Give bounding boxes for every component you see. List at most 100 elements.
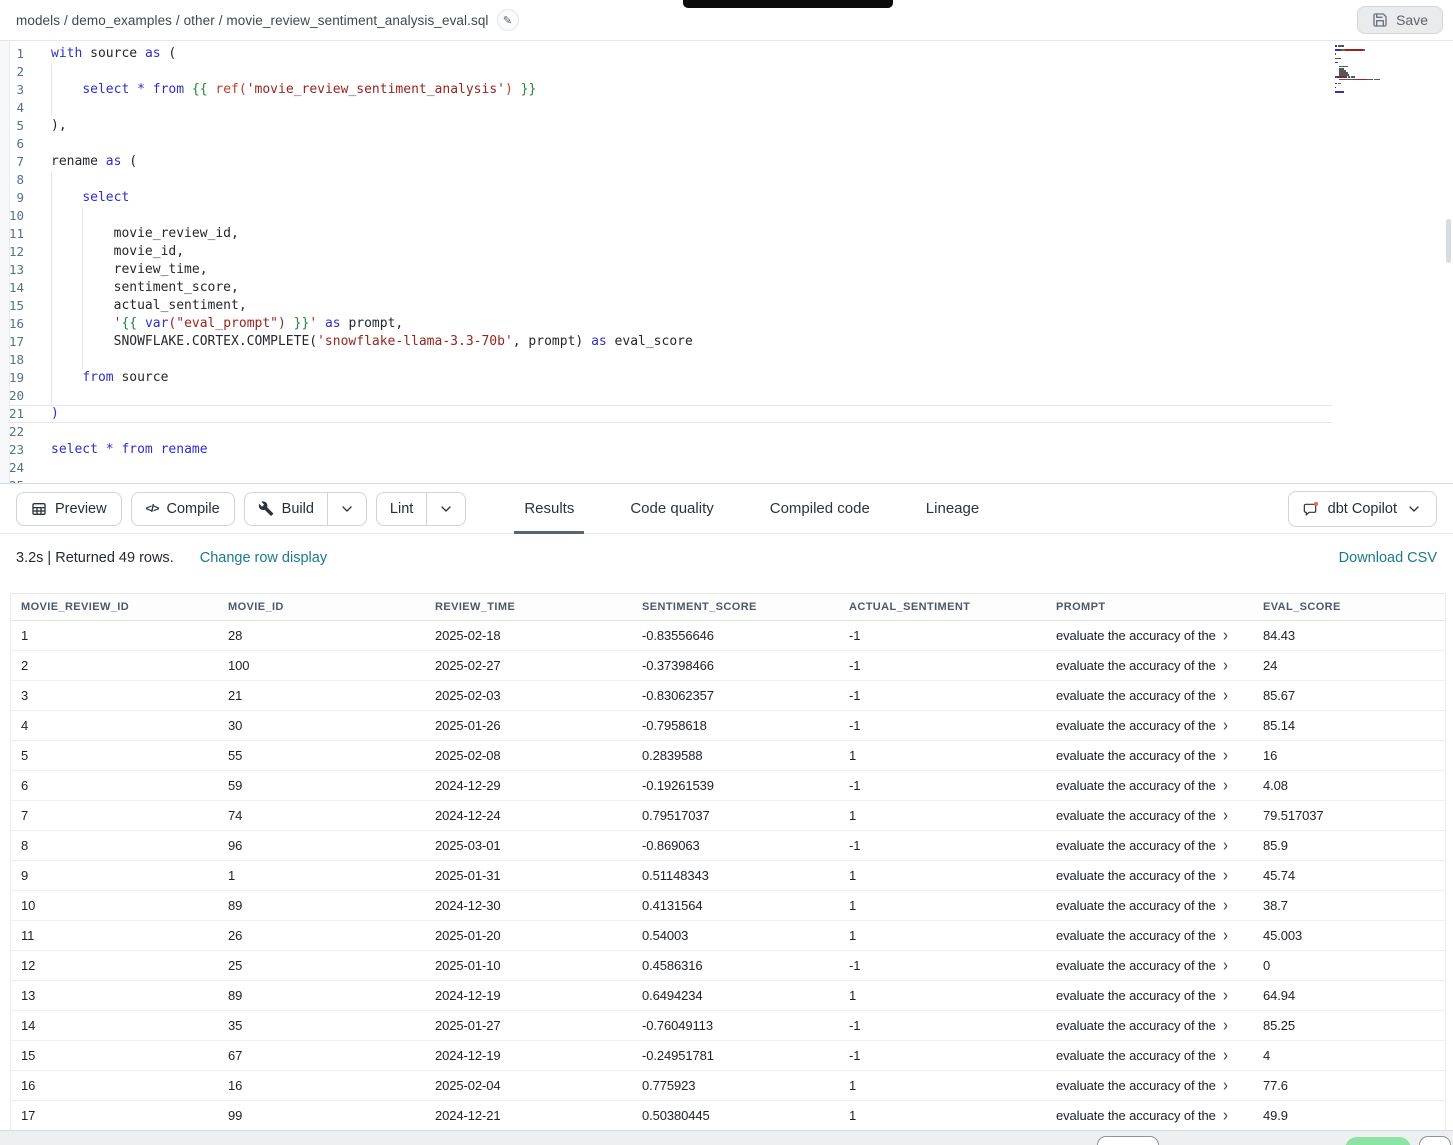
prompt-expand-chevron-icon[interactable]: › [1223,957,1228,974]
preview-button[interactable]: Preview [16,492,122,526]
table-row[interactable]: 11262025-01-200.540031evaluate the accur… [11,921,1445,951]
editor-minimap[interactable] [1335,45,1431,97]
code-line-23[interactable]: 23select * from rename [0,441,1453,459]
code-line-7[interactable]: 7rename as ( [0,153,1453,171]
prompt-expand-chevron-icon[interactable]: › [1223,927,1228,944]
code-line-22[interactable]: 22 [0,423,1453,441]
prompt-expand-chevron-icon[interactable]: › [1223,777,1228,794]
compile-button[interactable]: </> Compile [131,492,235,526]
code-line-1[interactable]: 1with source as ( [0,45,1453,63]
code-line-12[interactable]: 12 movie_id, [0,243,1453,261]
cell-sentiment_score: 0.4586316 [632,958,839,973]
tab-lineage[interactable]: Lineage [916,483,989,534]
breadcrumb[interactable]: models / demo_examples / other / movie_r… [16,13,489,28]
prompt-expand-chevron-icon[interactable]: › [1223,717,1228,734]
table-row[interactable]: 16162025-02-040.7759231evaluate the accu… [11,1071,1445,1101]
table-row[interactable]: 3212025-02-03-0.83062357-1evaluate the a… [11,681,1445,711]
prompt-expand-chevron-icon[interactable]: › [1223,747,1228,764]
table-row[interactable]: 8962025-03-01-0.869063-1evaluate the acc… [11,831,1445,861]
column-header-movie_review_id[interactable]: MOVIE_REVIEW_ID [11,601,218,613]
table-row[interactable]: 1282025-02-18-0.83556646-1evaluate the a… [11,621,1445,651]
lint-button[interactable]: Lint [377,493,426,525]
indent-guide [82,261,83,279]
prompt-expand-chevron-icon[interactable]: › [1223,1017,1228,1034]
dbt-copilot-button[interactable]: dbt Copilot [1288,491,1437,527]
code-line-6[interactable]: 6 [0,135,1453,153]
prompt-expand-chevron-icon[interactable]: › [1223,687,1228,704]
table-row[interactable]: 10892024-12-300.41315641evaluate the acc… [11,891,1445,921]
code-line-3[interactable]: 3 select * from {{ ref('movie_review_sen… [0,81,1453,99]
code-line-2[interactable]: 2 [0,63,1453,81]
prompt-expand-chevron-icon[interactable]: › [1223,1107,1228,1124]
code-line-text: rename as ( [41,153,1453,171]
tab-code-quality[interactable]: Code quality [620,483,723,534]
tab-results[interactable]: Results [514,483,584,534]
prompt-expand-chevron-icon[interactable]: › [1223,987,1228,1004]
code-line-20[interactable]: 20 [0,387,1453,405]
tab-compiled-code[interactable]: Compiled code [760,483,880,534]
code-line-10[interactable]: 10 [0,207,1453,225]
code-line-15[interactable]: 15 actual_sentiment, [0,297,1453,315]
cell-eval_score: 64.94 [1253,988,1445,1003]
code-line-8[interactable]: 8 [0,171,1453,189]
table-row[interactable]: 6592024-12-29-0.19261539-1evaluate the a… [11,771,1445,801]
code-line-5[interactable]: 5), [0,117,1453,135]
prompt-expand-chevron-icon[interactable]: › [1223,897,1228,914]
code-line-14[interactable]: 14 sentiment_score, [0,279,1453,297]
code-line-19[interactable]: 19 from source [0,369,1453,387]
column-header-review_time[interactable]: REVIEW_TIME [425,601,632,613]
prompt-expand-chevron-icon[interactable]: › [1223,627,1228,644]
cell-actual_sentiment: -1 [839,1048,1046,1063]
prompt-expand-chevron-icon[interactable]: › [1223,807,1228,824]
prompt-expand-chevron-icon[interactable]: › [1223,1077,1228,1094]
indent-guide [51,81,52,99]
lint-dropdown-toggle[interactable] [426,493,465,525]
code-line-13[interactable]: 13 review_time, [0,261,1453,279]
cell-movie_id: 16 [218,1078,425,1093]
code-line-17[interactable]: 17 SNOWFLAKE.CORTEX.COMPLETE('snowflake-… [0,333,1453,351]
code-editor[interactable]: 1with source as (23 select * from {{ ref… [0,41,1453,483]
prompt-expand-chevron-icon[interactable]: › [1223,657,1228,674]
table-row[interactable]: 21002025-02-27-0.37398466-1evaluate the … [11,651,1445,681]
build-dropdown-toggle[interactable] [327,493,366,525]
table-row[interactable]: 4302025-01-26-0.7958618-1evaluate the ac… [11,711,1445,741]
editor-scrollbar[interactable] [1446,219,1451,263]
cell-movie_review_id: 3 [11,688,218,703]
code-line-4[interactable]: 4 [0,99,1453,117]
prompt-cell: evaluate the accuracy of the res...› [1046,1078,1253,1093]
code-line-9[interactable]: 9 select [0,189,1453,207]
code-line-18[interactable]: 18 [0,351,1453,369]
table-row[interactable]: 14352025-01-27-0.76049113-1evaluate the … [11,1011,1445,1041]
column-header-prompt[interactable]: PROMPT [1046,601,1253,613]
prompt-expand-chevron-icon[interactable]: › [1223,867,1228,884]
code-line-24[interactable]: 24 [0,459,1453,477]
code-line-16[interactable]: 16 '{{ var("eval_prompt") }}' as prompt, [0,315,1453,333]
table-row[interactable]: 912025-01-310.511483431evaluate the accu… [11,861,1445,891]
file-copilot-badge-icon[interactable]: ✎ [497,9,519,31]
column-header-movie_id[interactable]: MOVIE_ID [218,601,425,613]
code-line-25[interactable]: 25 [0,477,1453,483]
column-header-eval_score[interactable]: EVAL_SCORE [1253,601,1445,613]
column-header-actual_sentiment[interactable]: ACTUAL_SENTIMENT [839,601,1046,613]
code-line-text [41,351,1453,369]
cell-movie_id: 25 [218,958,425,973]
table-row[interactable]: 17992024-12-210.503804451evaluate the ac… [11,1101,1445,1131]
prompt-expand-chevron-icon[interactable]: › [1223,837,1228,854]
prompt-expand-chevron-icon[interactable]: › [1223,1047,1228,1064]
build-button[interactable]: Build [245,493,327,525]
bottom-green-button-partial[interactable] [1345,1137,1411,1145]
save-button[interactable]: Save [1357,6,1443,34]
table-row[interactable]: 5552025-02-080.28395881evaluate the accu… [11,741,1445,771]
table-row[interactable]: 13892024-12-190.64942341evaluate the acc… [11,981,1445,1011]
change-row-display-link[interactable]: Change row display [200,550,327,566]
bottom-partial-button-right[interactable] [1419,1136,1451,1145]
bottom-partial-button-left[interactable] [1097,1136,1159,1145]
code-line-11[interactable]: 11 movie_review_id, [0,225,1453,243]
cell-review_time: 2024-12-19 [425,988,632,1003]
table-row[interactable]: 12252025-01-100.4586316-1evaluate the ac… [11,951,1445,981]
table-row[interactable]: 15672024-12-19-0.24951781-1evaluate the … [11,1041,1445,1071]
download-csv-link[interactable]: Download CSV [1339,550,1437,566]
code-line-21[interactable]: 21) [0,405,1332,423]
table-row[interactable]: 7742024-12-240.795170371evaluate the acc… [11,801,1445,831]
column-header-sentiment_score[interactable]: SENTIMENT_SCORE [632,601,839,613]
